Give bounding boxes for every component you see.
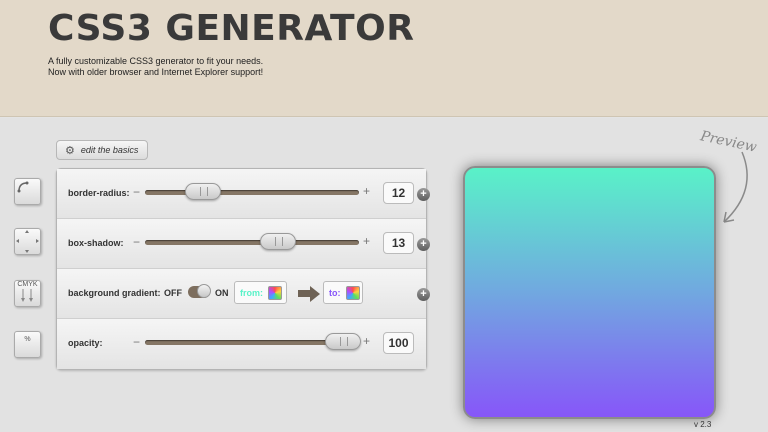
box-shadow-increase[interactable]: + [363,234,370,248]
border-radius-glyph [17,181,29,193]
opacity-value[interactable]: 100 [383,332,414,354]
border-radius-decrease[interactable]: − [133,185,140,199]
arrow-right-icon [298,290,310,297]
border-radius-thumb[interactable] [185,183,221,200]
border-radius-expand-icon[interactable]: + [417,188,430,201]
box-shadow-expand-icon[interactable]: + [417,238,430,251]
controls-panel: border-radius: − + 12 + box-shadow: − + … [56,168,430,370]
box-shadow-label: box-shadow: [68,238,124,248]
percent-label: % [24,336,31,343]
gradient-row: background gradient: OFF ON from: to: + [57,269,430,319]
gradient-expand-icon[interactable]: + [417,288,430,301]
box-shadow-row: box-shadow: − + 13 + [57,219,430,269]
gradient-off-label: OFF [164,288,182,298]
preview-box [463,166,716,419]
border-radius-value[interactable]: 12 [383,182,414,204]
color-picker-icon [268,285,282,300]
page-title: CSS3 GENERATOR [48,8,415,49]
opacity-icon[interactable]: % [14,331,41,358]
cmyk-arrows-glyph [21,289,33,302]
tagline-line-2: Now with older browser and Internet Expl… [48,67,264,77]
arrow-right-head [310,286,320,302]
opacity-thumb[interactable] [325,333,361,350]
opacity-row: opacity: − + 100 [57,319,426,369]
tagline-line-1: A fully customizable CSS3 generator to f… [48,56,264,66]
opacity-label: opacity: [68,338,103,348]
page-header: CSS3 GENERATOR A fully customizable CSS3… [0,0,768,117]
cmyk-gradient-icon[interactable]: CMYK [14,280,41,307]
opacity-decrease[interactable]: − [133,335,140,349]
opacity-increase[interactable]: + [363,334,370,348]
border-radius-slider[interactable] [145,190,359,195]
border-radius-row: border-radius: − + 12 + [57,169,430,219]
gradient-from-picker[interactable]: from: [234,281,287,304]
gradient-from-label: from: [240,287,263,298]
gear-icon: ⚙ [65,144,75,157]
version-label: v 2.3 [694,420,712,429]
cmyk-label: CMYK [17,281,38,288]
border-radius-icon[interactable] [14,178,41,205]
color-picker-icon [345,285,360,300]
border-radius-increase[interactable]: + [363,184,370,198]
gradient-label: background gradient: [68,288,161,298]
gradient-to-picker[interactable]: to: [323,281,363,304]
box-shadow-value[interactable]: 13 [383,232,414,254]
box-shadow-decrease[interactable]: − [133,235,140,249]
gradient-to-label: to: [329,287,341,298]
gradient-on-label: ON [215,288,229,298]
gradient-toggle[interactable] [188,284,211,298]
border-radius-label: border-radius: [68,188,130,198]
box-shadow-slider[interactable] [145,240,359,245]
edit-basics-button[interactable]: ⚙ edit the basics [56,140,148,160]
box-shadow-icon[interactable] [14,228,41,255]
preview-arrow-icon [723,151,748,223]
box-shadow-glyph [16,230,39,253]
box-shadow-thumb[interactable] [260,233,296,250]
gradient-toggle-knob[interactable] [197,284,211,298]
edit-basics-label: edit the basics [80,145,139,155]
tagline: A fully customizable CSS3 generator to f… [48,56,263,78]
